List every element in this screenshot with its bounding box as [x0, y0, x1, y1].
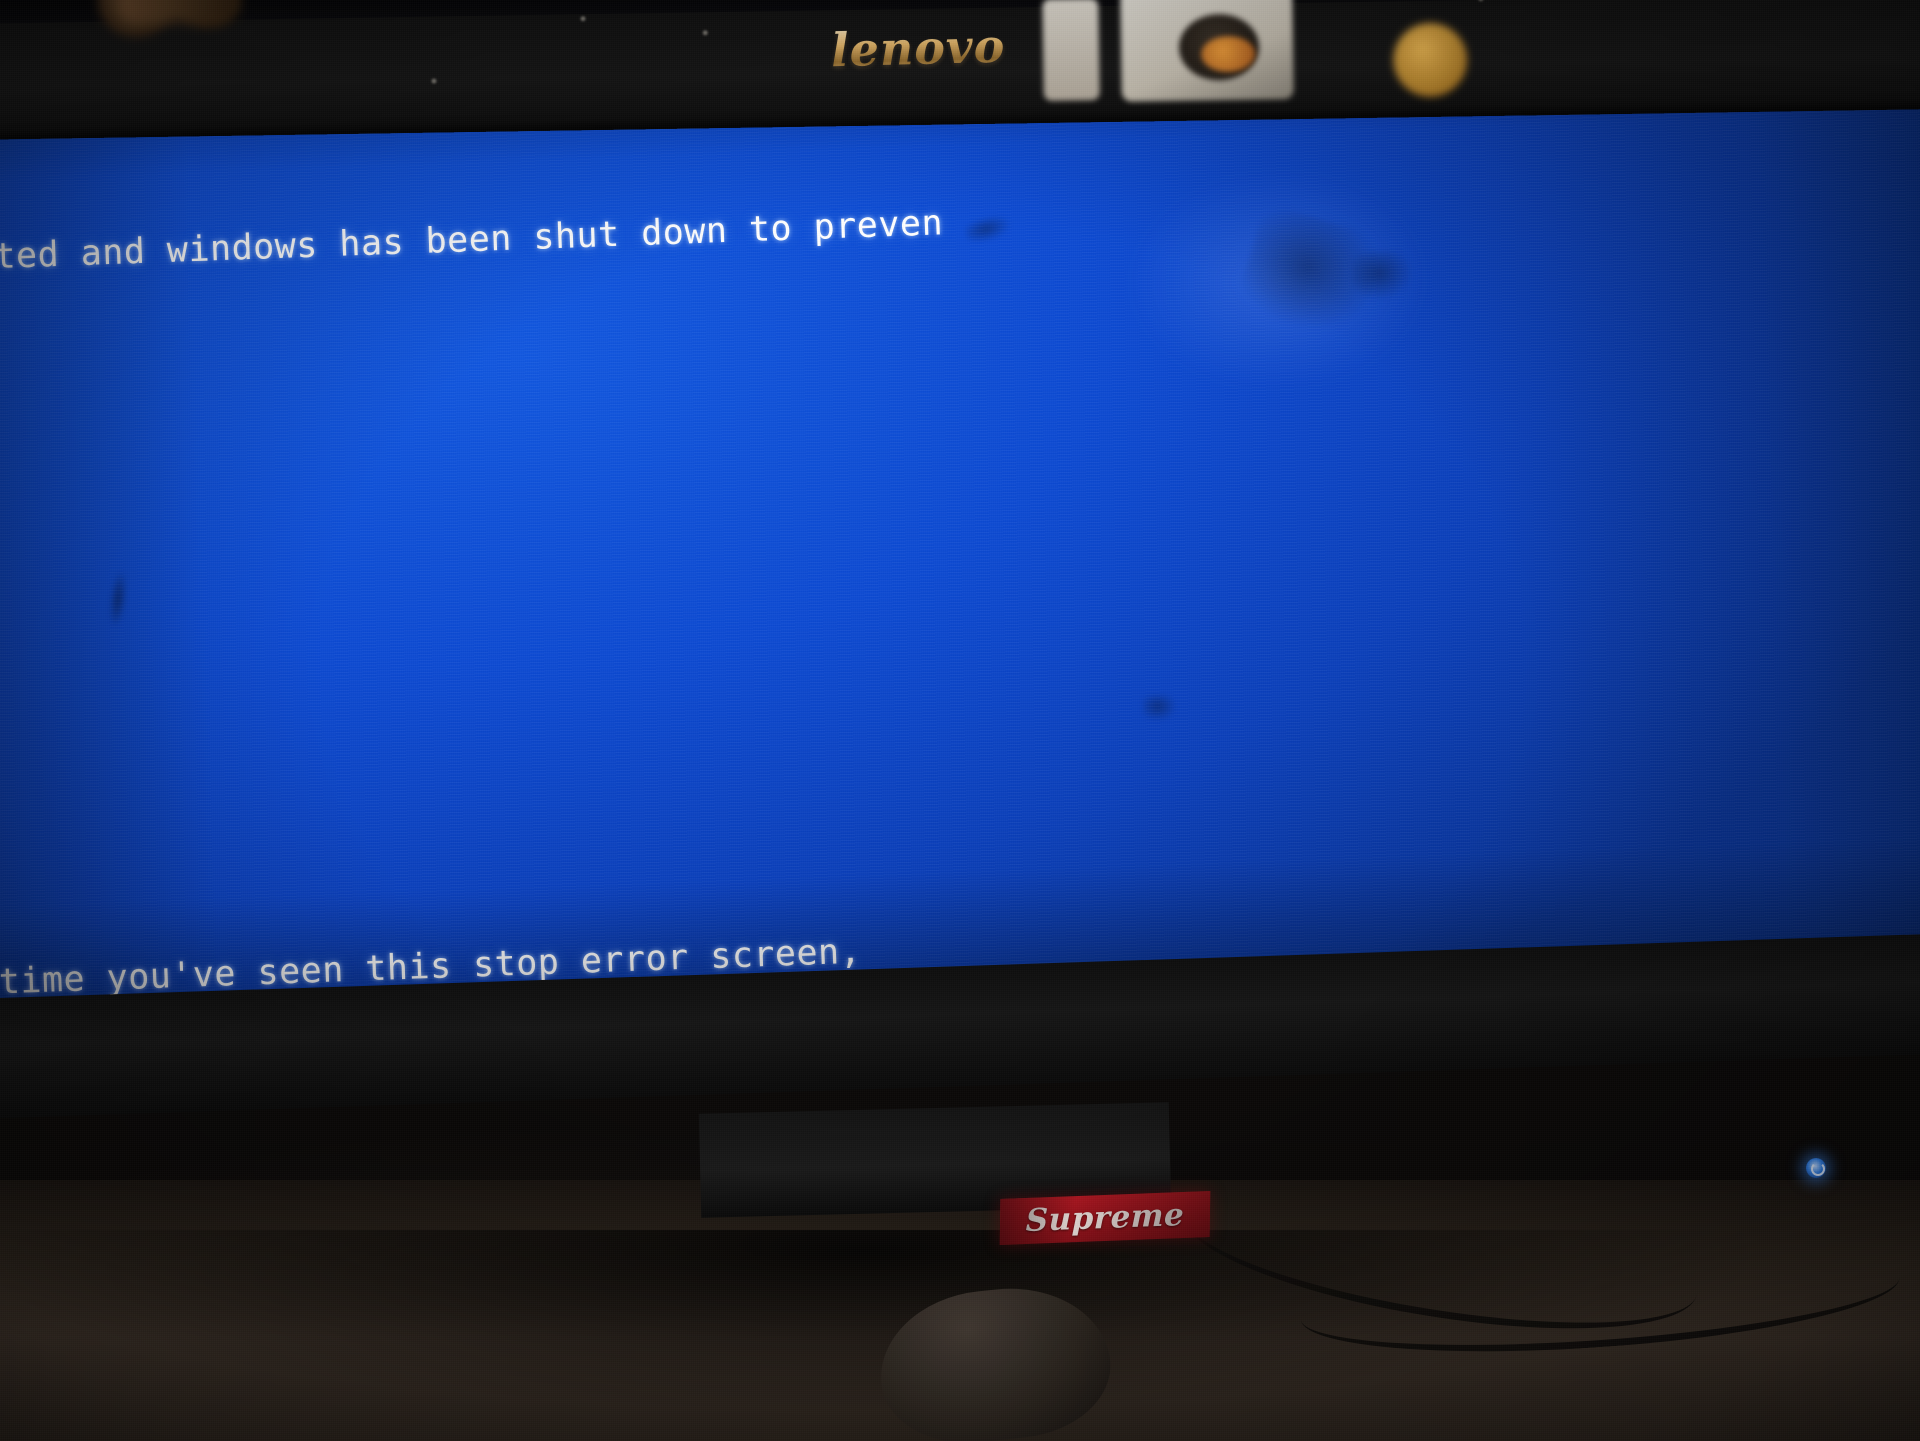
lenovo-logo: lenovo [830, 18, 1006, 78]
supreme-sticker-label: Supreme [1025, 1196, 1185, 1240]
bsod-bugcheck-name: _MANAGEMENT [0, 587, 1920, 734]
background-object [1392, 22, 1468, 98]
background-object [1042, 0, 1100, 101]
background-object [117, 0, 239, 24]
power-button-icon[interactable] [1806, 1158, 1826, 1178]
supreme-sticker: Supreme [999, 1190, 1211, 1246]
bsod-photo-scene: em has been detected and windows has bee… [0, 0, 1920, 1441]
bsod-line-your-computer: computer. [0, 300, 1920, 447]
monitor-screen: em has been detected and windows has bee… [0, 24, 1920, 1038]
bsod-screen-surface: em has been detected and windows has bee… [0, 24, 1920, 1038]
bsod-line-problem-detected: em has been detected and windows has bee… [0, 202, 944, 281]
bsod-message-text: em has been detected and windows has bee… [0, 47, 1920, 1038]
